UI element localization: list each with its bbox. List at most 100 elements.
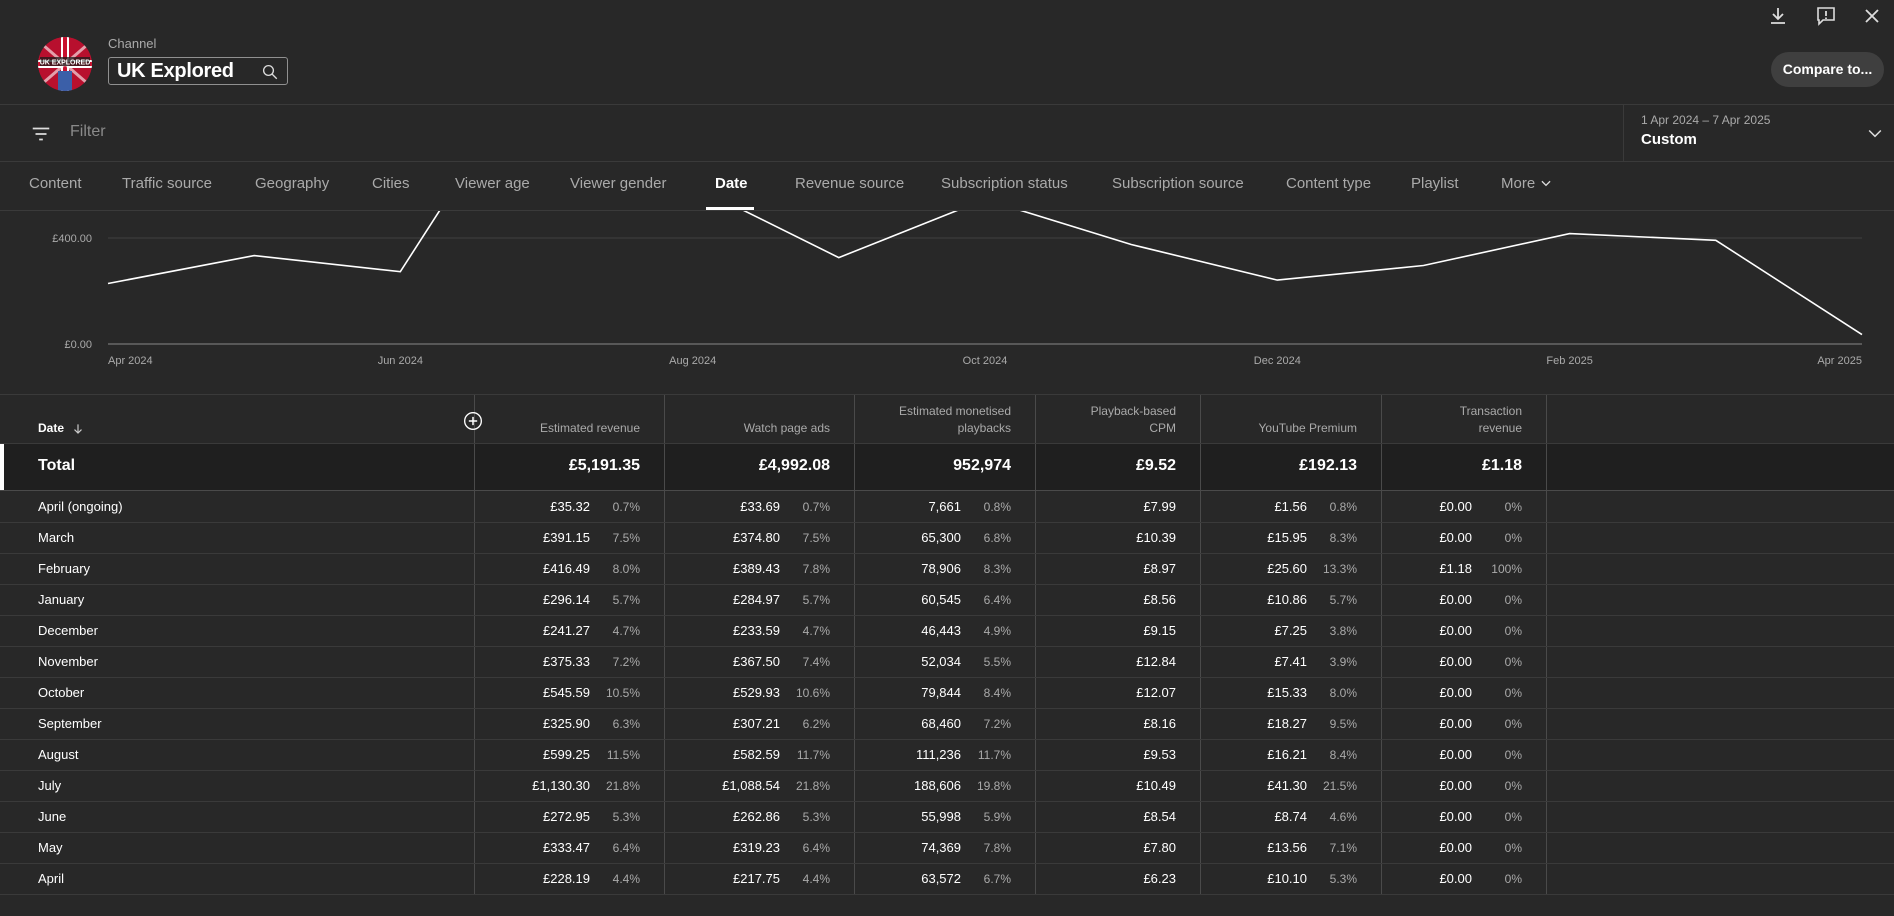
table-cell-value: £391.15 xyxy=(543,530,590,545)
table-cell-value: £262.86 xyxy=(733,809,780,824)
tab-subscription-status[interactable]: Subscription status xyxy=(941,175,1068,192)
tab-traffic-source[interactable]: Traffic source xyxy=(122,175,212,192)
table-cell-percent: 7.8% xyxy=(983,841,1011,855)
total-row-indicator xyxy=(0,444,4,490)
x-tick-label: Apr 2024 xyxy=(108,355,153,367)
table-cell-value: 55,998 xyxy=(921,809,961,824)
row-divider xyxy=(0,832,1894,833)
table-cell-percent: 5.7% xyxy=(1329,593,1357,607)
table-cell-value: £7.80 xyxy=(1143,840,1176,855)
table-row-date[interactable]: February xyxy=(38,561,90,576)
add-column-icon[interactable] xyxy=(463,411,483,431)
table-cell-percent: 0% xyxy=(1504,717,1522,731)
table-row-date[interactable]: December xyxy=(38,623,98,638)
column-header[interactable]: Watch page ads xyxy=(680,420,830,437)
column-header[interactable]: Transaction revenue xyxy=(1372,403,1522,437)
table-cell-value: 78,906 xyxy=(921,561,961,576)
table-cell-value: £1.56 xyxy=(1274,499,1307,514)
tab-geography[interactable]: Geography xyxy=(255,175,329,192)
revenue-line-chart: £400.00 £0.00 Apr 2024 Jun 2024 Aug 2024 Oct … xyxy=(52,211,1863,367)
date-range-picker[interactable]: 1 Apr 2024 – 7 Apr 2025 Custom xyxy=(1623,105,1894,161)
table-row-date[interactable]: September xyxy=(38,716,102,731)
tab-cities[interactable]: Cities xyxy=(372,175,410,192)
column-header[interactable]: Estimated revenue xyxy=(490,420,640,437)
table-cell-percent: 4.4% xyxy=(612,872,640,886)
table-cell-percent: 0.7% xyxy=(802,500,830,514)
compare-to-button[interactable]: Compare to... xyxy=(1771,52,1884,87)
channel-avatar[interactable]: UK EXPLORED xyxy=(38,37,92,91)
table-cell-value: £0.00 xyxy=(1439,716,1472,731)
table-cell-value: £389.43 xyxy=(733,561,780,576)
table-cell-percent: 11.7% xyxy=(977,748,1011,762)
table-row-date[interactable]: March xyxy=(38,530,74,545)
table-cell-percent: 5.3% xyxy=(612,810,640,824)
column-header[interactable]: Estimated monetised playbacks xyxy=(861,403,1011,437)
table-cell-value: £1.18 xyxy=(1439,561,1472,576)
table-row-date[interactable]: April xyxy=(38,871,64,886)
row-divider xyxy=(0,553,1894,554)
feedback-icon[interactable] xyxy=(1814,4,1838,28)
table-cell-percent: 4.9% xyxy=(983,624,1011,638)
table-row-date[interactable]: November xyxy=(38,654,98,669)
table-row-date[interactable]: April (ongoing) xyxy=(38,499,123,514)
table-cell-percent: 0% xyxy=(1504,810,1522,824)
table-cell-percent: 21.5% xyxy=(1322,779,1357,793)
tab-content-type[interactable]: Content type xyxy=(1286,175,1371,192)
tab-revenue-source[interactable]: Revenue source xyxy=(795,175,904,192)
table-cell-value: £25.60 xyxy=(1267,561,1307,576)
search-icon[interactable] xyxy=(261,63,279,81)
table-row-date[interactable]: October xyxy=(38,685,84,700)
download-icon[interactable] xyxy=(1766,4,1790,28)
table-cell-value: £228.19 xyxy=(543,871,590,886)
total-value: £9.52 xyxy=(1135,457,1176,474)
filter-input[interactable]: Filter xyxy=(70,123,106,141)
tab-viewer-gender[interactable]: Viewer gender xyxy=(570,175,666,192)
tab-subscription-source[interactable]: Subscription source xyxy=(1112,175,1244,192)
tab-viewer-age[interactable]: Viewer age xyxy=(455,175,530,192)
date-column-header[interactable]: Date xyxy=(38,421,64,435)
column-header[interactable]: Playback-based CPM xyxy=(1026,403,1176,437)
tab-content[interactable]: Content xyxy=(29,175,82,192)
table-cell-value: 188,606 xyxy=(914,778,961,793)
tab-date[interactable]: Date xyxy=(715,175,748,192)
table-row-date[interactable]: May xyxy=(38,840,63,855)
tab-more[interactable]: More xyxy=(1501,175,1553,192)
sort-arrow-icon[interactable] xyxy=(71,422,85,436)
filter-icon[interactable] xyxy=(30,123,52,145)
channel-label: Channel xyxy=(108,36,157,51)
channel-name: UK Explored xyxy=(117,60,234,82)
table-row-date[interactable]: June xyxy=(38,809,66,824)
series-line[interactable] xyxy=(107,211,1863,336)
table-cell-value: £33.69 xyxy=(740,499,780,514)
table-row-date[interactable]: July xyxy=(38,778,61,793)
table-cell-value: £0.00 xyxy=(1439,685,1472,700)
table-cell-percent: 7.2% xyxy=(983,717,1011,731)
x-tick-label: Dec 2024 xyxy=(1254,355,1301,367)
column-header[interactable]: YouTube Premium xyxy=(1207,420,1358,437)
channel-selector[interactable]: UK Explored xyxy=(108,57,288,85)
chevron-down-icon xyxy=(1541,180,1551,187)
table-cell-percent: 3.9% xyxy=(1329,655,1357,669)
table-cell-percent: 0% xyxy=(1504,686,1522,700)
table-cell-value: £272.95 xyxy=(543,809,590,824)
y-tick-label: £0.00 xyxy=(64,339,92,351)
table-cell-value: £7.25 xyxy=(1274,623,1307,638)
table-cell-value: £8.16 xyxy=(1143,716,1176,731)
table-row-date[interactable]: August xyxy=(38,747,78,762)
table-row-date[interactable]: January xyxy=(38,592,84,607)
column-divider xyxy=(664,444,665,490)
total-value: £5,191.35 xyxy=(568,457,640,474)
column-divider xyxy=(1546,444,1547,490)
table-cell-percent: 0% xyxy=(1504,624,1522,638)
table-cell-value: £8.56 xyxy=(1143,592,1176,607)
table-cell-percent: 0% xyxy=(1504,748,1522,762)
table-cell-value: 63,572 xyxy=(921,871,961,886)
table-cell-value: £545.59 xyxy=(543,685,590,700)
tab-playlist[interactable]: Playlist xyxy=(1411,175,1459,192)
close-icon[interactable] xyxy=(1860,4,1884,28)
table-cell-percent: 6.7% xyxy=(983,872,1011,886)
table-cell-value: £10.10 xyxy=(1267,871,1307,886)
table-cell-percent: 19.8% xyxy=(976,779,1011,793)
table-cell-value: £0.00 xyxy=(1439,747,1472,762)
table-cell-value: £12.07 xyxy=(1136,685,1176,700)
